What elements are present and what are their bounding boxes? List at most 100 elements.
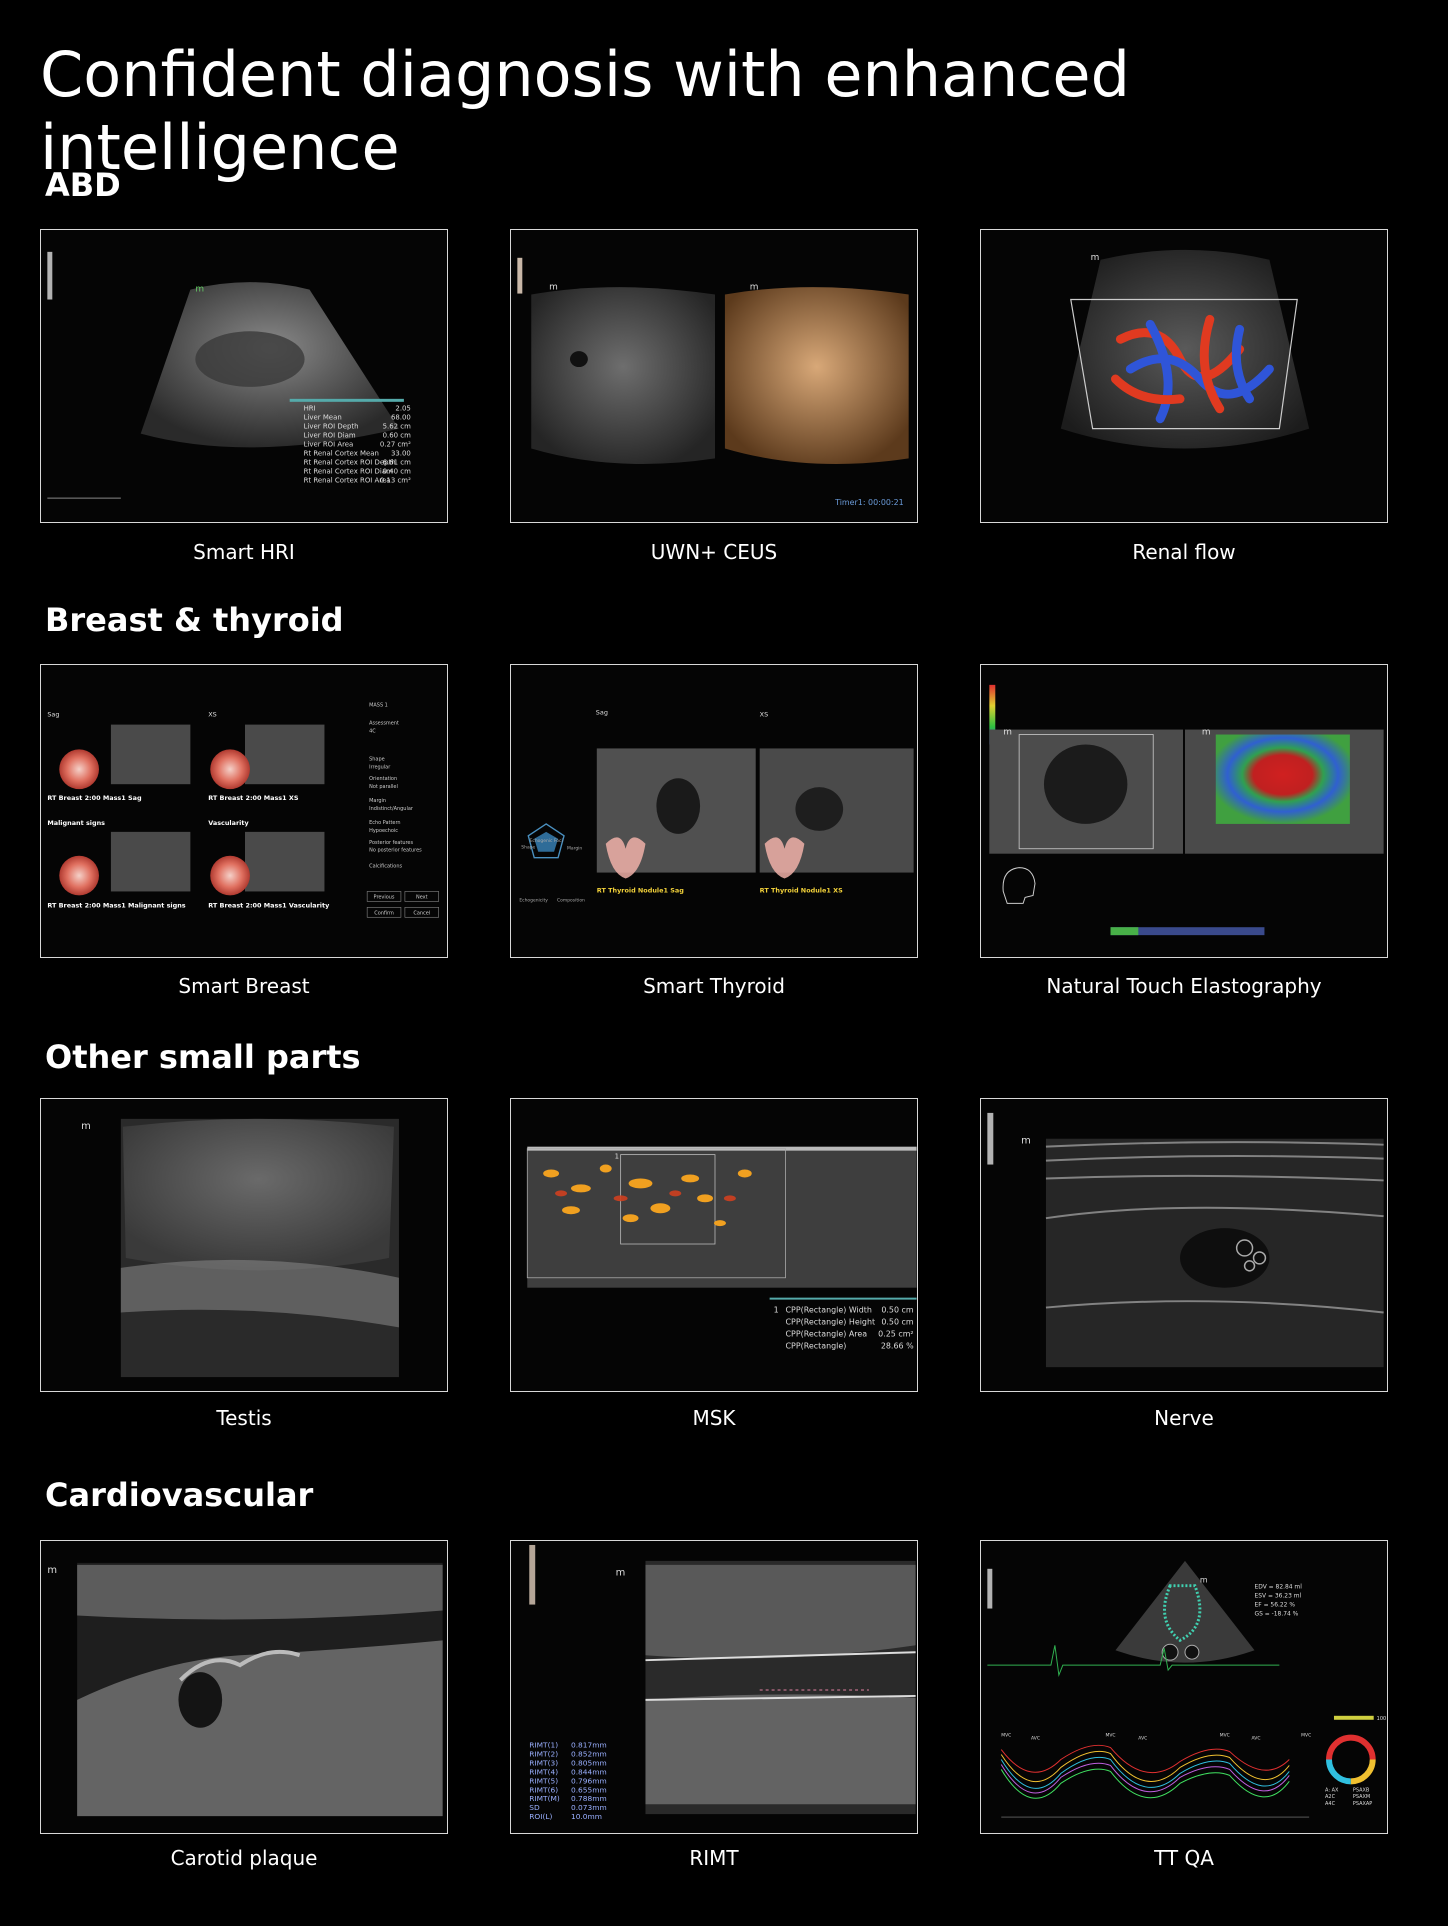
nerve-image: m: [980, 1098, 1388, 1392]
ttqa-legend-3: A4C: [1325, 1801, 1336, 1807]
hri-label-1: HRI: [304, 405, 316, 413]
section-title-abd: ABD: [45, 166, 121, 204]
breast-q3-label: RT Breast 2:00 Mass1 Malignant signs: [47, 901, 185, 909]
ttqa-scale-max: 100: [1377, 1716, 1386, 1722]
msk-value-2: 0.50 cm: [881, 1317, 914, 1326]
ttqa-legend-1: A: AX: [1325, 1787, 1339, 1793]
ttqa-row-1: EDV = 82.84 ml: [1255, 1584, 1303, 1591]
thyroid-xs-label: XS: [760, 711, 768, 719]
logo-mark-tt: m: [1200, 1576, 1208, 1585]
caption-rimt: RIMT: [689, 1846, 739, 1870]
rimt-label-5: RIMT(5): [529, 1776, 558, 1785]
breast-side-4: Shape: [369, 756, 385, 762]
rimt-label-8: SD: [529, 1803, 540, 1812]
ttqa-event-4: AVC: [1138, 1736, 1147, 1742]
testis-image: m: [40, 1098, 448, 1392]
thyroid-n2-label: RT Thyroid Nodule1 XS: [760, 886, 843, 894]
caption-carotid-plaque: Carotid plaque: [170, 1846, 318, 1870]
ttqa-row-3: EF = 56.22 %: [1255, 1602, 1296, 1609]
ttqa-event-3: MVC: [1106, 1733, 1116, 1739]
breast-q4-label: RT Breast 2:00 Mass1 Vascularity: [208, 901, 330, 909]
breast-cancel-button: Cancel: [413, 910, 430, 916]
natural-touch-elastography-image: m m: [980, 664, 1388, 958]
section-title-cardiovascular: Cardiovascular: [45, 1476, 314, 1514]
smart-breast-image: Sag XS RT Breast 2:00 Mass1 Sag RT Breas…: [40, 664, 448, 958]
hri-value-7: 6.61 cm: [383, 458, 411, 466]
rimt-value-6: 0.655mm: [571, 1785, 607, 1794]
breast-confirm-button: Confirm: [374, 910, 394, 916]
logo-mark-e2: m: [1202, 728, 1211, 738]
ttqa-event-1: MVC: [1001, 1733, 1011, 1739]
breast-malignant-label: Malignant signs: [47, 819, 105, 827]
rimt-label-7: RIMT(M): [529, 1794, 560, 1803]
msk-value-4: 28.66 %: [881, 1341, 914, 1350]
logo-mark-e1: m: [1003, 728, 1012, 738]
hri-value-8: 0.40 cm: [383, 467, 411, 475]
hri-value-2: 68.00: [391, 414, 411, 422]
ttqa-legend2-1: PSAXB: [1353, 1787, 1370, 1793]
logo-mark-b: m: [549, 283, 558, 293]
caption-smart-thyroid: Smart Thyroid: [643, 974, 785, 998]
page-title: Confident diagnosis with enhanced intell…: [40, 38, 1130, 184]
rimt-value-1: 0.817mm: [571, 1741, 607, 1750]
ttqa-legend-2: A2C: [1325, 1794, 1336, 1800]
logo-mark-r: m: [1091, 253, 1100, 263]
rimt-value-4: 0.844mm: [571, 1767, 607, 1776]
renal-flow-image: m: [980, 229, 1388, 523]
breast-sag-label: Sag: [47, 711, 59, 719]
caption-smart-hri: Smart HRI: [193, 540, 295, 564]
breast-xs-label: XS: [208, 711, 216, 719]
uwn-ceus-image: m m Timer1: 00:00:21: [510, 229, 918, 523]
breast-side-1: MASS 1: [369, 703, 388, 709]
caption-smart-breast: Smart Breast: [178, 974, 310, 998]
logo-mark: m: [195, 285, 204, 295]
smart-thyroid-image: Sag XS RT Thyroid Nodule1 Sag RT Thyroid…: [510, 664, 918, 958]
carotid-plaque-image: m: [40, 1540, 448, 1834]
breast-side-7: Not parallel: [369, 784, 398, 790]
ttqa-event-6: AVC: [1252, 1736, 1261, 1742]
logo-mark-ri: m: [616, 1568, 626, 1579]
hri-value-3: 5.62 cm: [383, 423, 411, 431]
hri-label-6: Rt Renal Cortex Mean: [304, 449, 379, 457]
msk-value-1: 0.50 cm: [881, 1306, 914, 1315]
smart-hri-image: m HRI 2.05 Liver Mean 68.00 Liver ROI De…: [40, 229, 448, 523]
msk-image: 1 1 CPP(Rectangle) Width 0.50 cm CPP(Rec…: [510, 1098, 918, 1392]
ceus-timer: Timer1: 00:00:21: [834, 498, 904, 507]
hri-label-9: Rt Renal Cortex ROI Area: [304, 476, 391, 484]
rimt-value-9: 10.0mm: [571, 1812, 602, 1821]
rimt-image: m RIMT(1) 0.817mm RIMT(2) 0.852mm RIMT(3…: [510, 1540, 918, 1834]
radar-br-label: Composition: [557, 897, 585, 903]
breast-side-10: Echo Pattern: [369, 820, 400, 826]
radar-right-label: Margin: [567, 846, 582, 852]
hri-label-3: Liver ROI Depth: [304, 423, 359, 431]
breast-side-9: Indistinct/Angular: [369, 806, 414, 812]
breast-side-13: No posterior features: [369, 848, 422, 854]
rimt-value-2: 0.852mm: [571, 1750, 607, 1759]
section-title-other-small-parts: Other small parts: [45, 1038, 361, 1076]
rimt-label-1: RIMT(1): [529, 1741, 558, 1750]
msk-label-4: CPP(Rectangle): [786, 1341, 847, 1350]
breast-next-button: Next: [416, 894, 428, 900]
breast-side-11: Hypoechoic: [369, 828, 398, 834]
breast-vascularity-label: Vascularity: [208, 819, 249, 827]
caption-msk: MSK: [692, 1406, 736, 1430]
caption-tt-qa: TT QA: [1154, 1846, 1214, 1870]
breast-side-3: 4C: [369, 729, 376, 735]
rimt-value-5: 0.796mm: [571, 1776, 607, 1785]
caption-nerve: Nerve: [1154, 1406, 1214, 1430]
section-title-breast-thyroid: Breast & thyroid: [45, 601, 344, 639]
hri-value-9: 0.13 cm²: [380, 476, 411, 484]
ttqa-row-2: ESV = 36.23 ml: [1255, 1593, 1302, 1600]
hri-label-8: Rt Renal Cortex ROI Diam: [304, 467, 393, 475]
rimt-label-3: RIMT(3): [529, 1758, 558, 1767]
msk-value-3: 0.25 cm²: [878, 1329, 913, 1338]
msk-label-1: CPP(Rectangle) Width: [786, 1306, 872, 1315]
hri-label-4: Liver ROI Diam: [304, 432, 356, 440]
thyroid-n1-label: RT Thyroid Nodule1 Sag: [597, 886, 684, 894]
rimt-label-9: ROI(L): [529, 1812, 552, 1821]
logo-mark-cp: m: [47, 1565, 57, 1576]
breast-side-14: Calcifications: [369, 864, 402, 870]
caption-natural-touch-elastography: Natural Touch Elastography: [1046, 974, 1322, 998]
caption-uwn-ceus: UWN+ CEUS: [650, 540, 778, 564]
msk-label-2: CPP(Rectangle) Height: [786, 1317, 876, 1326]
